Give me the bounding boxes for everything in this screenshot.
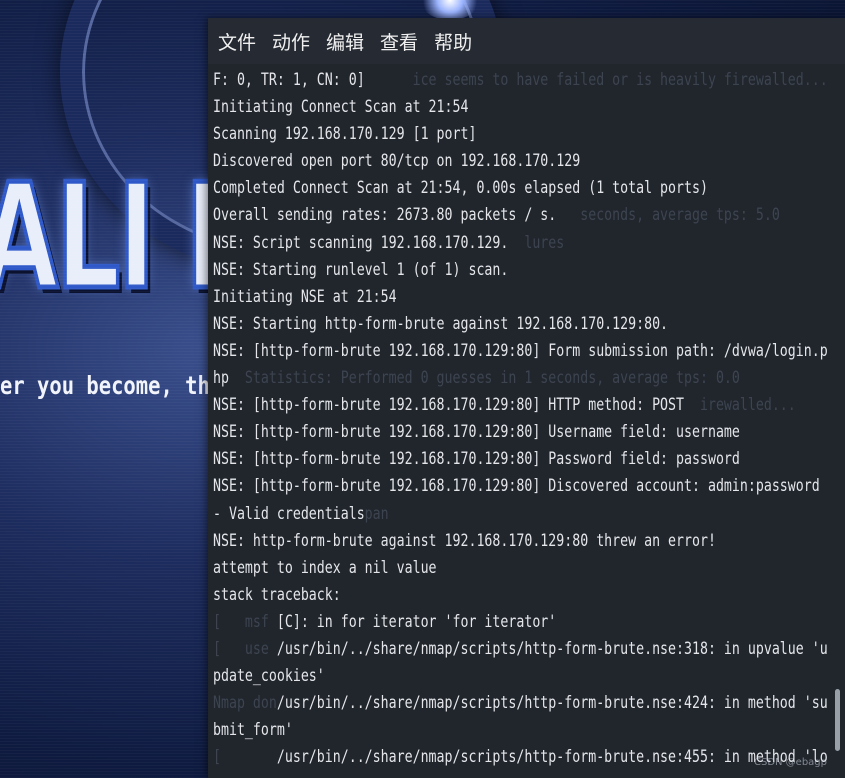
terminal-line: Completed Connect Scan at 21:54, 0.00s e… — [213, 178, 708, 199]
terminal-line: /usr/bin/../share/nmap/scripts/http-form… — [213, 638, 828, 659]
terminal-line: NSE: Script scanning 192.168.170.129. — [213, 232, 509, 253]
terminal-line: hp — [213, 368, 229, 389]
terminal-line: /usr/bin/../share/nmap/scripts/http-form… — [213, 693, 828, 714]
terminal-line: NSE: [http-form-brute 192.168.170.129:80… — [213, 449, 740, 470]
terminal-scrollbar[interactable] — [835, 689, 840, 751]
wallpaper-glow — [420, 0, 480, 20]
kali-slogan-text: er you become, the — [0, 371, 223, 400]
terminal-line: attempt to index a nil value — [213, 557, 437, 578]
terminal-line: NSE: http-form-brute against 192.168.170… — [213, 530, 716, 551]
menu-view[interactable]: 查看 — [380, 28, 418, 55]
terminal-text: F: 0, TR: 1, CN: 0] Initiating Connect S… — [213, 67, 828, 771]
menu-help[interactable]: 帮助 — [434, 28, 472, 55]
terminal-line: - Valid credentials — [213, 503, 365, 524]
terminal-line: Initiating Connect Scan at 21:54 — [213, 97, 469, 118]
terminal-line: [C]: in for iterator 'for iterator' — [213, 611, 557, 632]
terminal-line: Overall sending rates: 2673.80 packets /… — [213, 205, 557, 226]
terminal-line: bmit_form' — [213, 720, 293, 741]
menu-edit[interactable]: 编辑 — [326, 28, 364, 55]
terminal-line: pdate_cookies' — [213, 666, 325, 687]
terminal-line: NSE: [http-form-brute 192.168.170.129:80… — [213, 395, 685, 416]
terminal-line: F: 0, TR: 1, CN: 0] — [213, 70, 365, 90]
terminal-line: stack traceback: — [213, 584, 341, 605]
terminal-line: NSE: [http-form-brute 192.168.170.129:80… — [213, 476, 820, 497]
terminal-line: NSE: Starting http-form-brute against 19… — [213, 313, 669, 334]
menu-action[interactable]: 动作 — [272, 28, 310, 55]
terminal-line: NSE: [http-form-brute 192.168.170.129:80… — [213, 422, 740, 443]
terminal-line: /usr/bin/../share/nmap/scripts/http-form… — [213, 747, 828, 768]
terminal-output[interactable]: ice seems to have failed or is heavily f… — [208, 64, 845, 778]
terminal-line: NSE: Starting runlevel 1 (of 1) scan. — [213, 259, 509, 280]
terminal-window[interactable]: 文件 动作 编辑 查看 帮助 ice seems to have failed … — [208, 18, 845, 778]
terminal-menubar: 文件 动作 编辑 查看 帮助 — [208, 18, 845, 64]
watermark: CSDN @ebagp — [753, 757, 827, 768]
terminal-line: NSE: [http-form-brute 192.168.170.129:80… — [213, 340, 828, 361]
menu-file[interactable]: 文件 — [218, 28, 256, 55]
terminal-line: Initiating NSE at 21:54 — [213, 286, 397, 307]
terminal-line: Scanning 192.168.170.129 [1 port] — [213, 124, 477, 145]
terminal-line: Discovered open port 80/tcp on 192.168.1… — [213, 151, 581, 172]
